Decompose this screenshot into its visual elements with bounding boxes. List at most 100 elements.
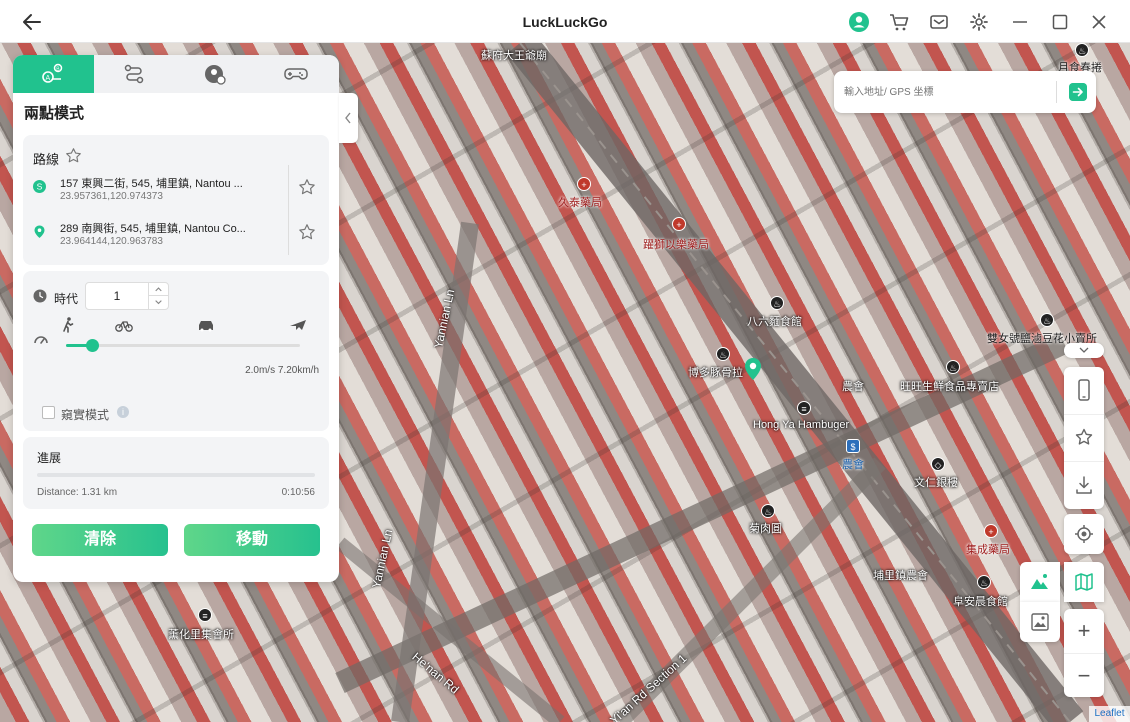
zoom-out-button[interactable]: − [1064, 653, 1104, 697]
map-label: 農會 [842, 459, 864, 471]
progress-card: 進展 Distance: 1.31 km 0:10:56 [23, 437, 329, 509]
burger-poi-icon[interactable]: ≡ [797, 401, 811, 415]
map-label: 八六麵食館 [747, 316, 802, 328]
multi-stop-route-icon [124, 64, 144, 84]
mode-tabs: AB [13, 55, 339, 93]
car-icon[interactable] [197, 317, 215, 333]
map-label: 農會 [842, 381, 864, 393]
plane-icon[interactable] [289, 317, 307, 333]
restaurant-poi-icon[interactable]: ♨ [761, 504, 775, 518]
stepper-down-icon[interactable] [148, 296, 168, 309]
end-address: 289 南興街, 545, 埔里鎮, Nantou Co... [60, 223, 246, 235]
start-coordinates: 23.957361,120.974373 [60, 191, 163, 202]
mode-title: 兩點模式 [24, 105, 85, 122]
route-divider [288, 165, 289, 255]
favorite-end-star-icon[interactable] [298, 223, 316, 241]
tab-two-point-mode[interactable]: AB [13, 55, 94, 93]
route-card: 路線 S 157 東興二街, 545, 埔里鎮, Nantou ... 23.9… [23, 135, 329, 265]
address-search-input[interactable] [844, 83, 1054, 101]
search-go-arrow-icon[interactable] [1069, 83, 1087, 101]
start-address: 157 東興二街, 545, 埔里鎮, Nantou ... [60, 178, 243, 190]
user-account-icon[interactable] [848, 11, 870, 33]
download-icon [1076, 476, 1092, 494]
minimize-icon[interactable] [1009, 11, 1031, 33]
restaurant-poi-icon[interactable]: ♨ [716, 347, 730, 361]
progress-distance: Distance: 1.31 km [37, 487, 118, 498]
end-point-pin-icon [34, 225, 45, 238]
stepper-up-icon[interactable] [148, 283, 168, 296]
walk-icon[interactable] [59, 317, 77, 333]
restaurant-poi-icon[interactable]: ♨ [1075, 43, 1089, 57]
jewelry-poi-icon[interactable]: ◇ [931, 457, 945, 471]
stealth-mode-checkbox[interactable] [42, 406, 55, 419]
restaurant-poi-icon[interactable]: ♨ [1040, 313, 1054, 327]
jump-teleport-icon [205, 65, 226, 85]
import-gpx-button[interactable] [1064, 461, 1104, 507]
maximize-icon[interactable] [1049, 11, 1071, 33]
crosshair-locate-icon [1075, 525, 1093, 543]
map-label: 蘇府大王爺廟 [481, 50, 547, 62]
back-arrow-icon[interactable] [20, 10, 44, 34]
pharmacy-poi-icon[interactable]: + [984, 524, 998, 538]
map-layer-button[interactable] [1064, 562, 1104, 602]
cart-icon[interactable] [888, 11, 910, 33]
map-label: 旺旺生鮮食品專賣店 [900, 381, 999, 393]
restaurant-poi-icon[interactable]: ♨ [977, 575, 991, 589]
clock-icon [33, 289, 47, 303]
move-button[interactable]: 移動 [184, 524, 320, 556]
route-panel: AB 兩點模式 路線 S 157 東興二街, 545, 埔里鎮, Nantou … [13, 55, 339, 582]
destination-pin-icon[interactable] [743, 357, 763, 381]
map-label: Hong Ya Hambuger [753, 419, 850, 431]
info-icon[interactable]: i [117, 406, 129, 418]
bank-poi-icon[interactable]: $ [846, 439, 860, 453]
device-button[interactable] [1064, 367, 1104, 413]
address-search-box [834, 71, 1096, 113]
map-label: 躍獅以樂藥局 [643, 239, 709, 251]
search-divider [1056, 81, 1057, 103]
tab-multi-stop-mode[interactable] [94, 55, 175, 93]
map-tool-column [1064, 367, 1104, 509]
mail-icon[interactable] [928, 11, 950, 33]
route-label: 路線 [33, 152, 60, 167]
zoom-in-button[interactable]: + [1064, 609, 1104, 653]
speed-slider[interactable] [66, 339, 300, 352]
shop-poi-icon[interactable]: ♨ [946, 360, 960, 374]
pharmacy-poi-icon[interactable]: + [577, 177, 591, 191]
locate-me-button[interactable] [1064, 514, 1104, 554]
chevron-down-icon[interactable] [1064, 343, 1104, 358]
progress-label: 進展 [37, 451, 62, 465]
map-label: 埔里鎮農會 [873, 570, 928, 582]
favorite-start-star-icon[interactable] [298, 178, 316, 196]
speed-card: 時代 1 2.0m/s 7.20km/h 窺實模式 i [23, 271, 329, 431]
leaflet-attribution-link[interactable]: Leaflet [1089, 706, 1130, 722]
times-stepper[interactable]: 1 [85, 282, 169, 310]
tab-joystick-mode[interactable] [256, 55, 337, 93]
progress-time: 0:10:56 [281, 487, 315, 498]
bike-icon[interactable] [115, 317, 133, 333]
times-label: 時代 [54, 292, 79, 306]
community-hall-poi-icon[interactable]: ≡ [198, 608, 212, 622]
satellite-layer-button[interactable] [1020, 602, 1060, 642]
restaurant-poi-icon[interactable]: ♨ [770, 296, 784, 310]
map-label: 久泰藥局 [558, 197, 602, 209]
map-label: 阜安晨食館 [953, 596, 1008, 608]
stealth-mode-label: 窺實模式 [61, 408, 110, 422]
collapse-panel-chevron-icon[interactable] [339, 93, 358, 143]
progress-bar [37, 473, 315, 477]
zoom-controls: + − [1064, 609, 1104, 697]
close-icon[interactable] [1088, 11, 1110, 33]
clear-button[interactable]: 清除 [32, 524, 168, 556]
map-label: 菊肉圓 [749, 523, 782, 535]
favorite-route-star-icon[interactable] [65, 147, 82, 164]
terrain-layer-button[interactable] [1020, 562, 1060, 602]
favorites-button[interactable] [1064, 414, 1104, 460]
map-label: 集成藥局 [966, 544, 1010, 556]
app-title: LuckLuckGo [522, 14, 608, 30]
tab-jump-mode[interactable] [175, 55, 256, 93]
map-fold-icon [1075, 573, 1093, 591]
pharmacy-poi-icon[interactable]: + [672, 217, 686, 231]
times-value[interactable]: 1 [86, 289, 148, 303]
map-label: 文仁銀樓 [914, 477, 958, 489]
speed-slider-thumb[interactable] [85, 339, 99, 352]
settings-gear-icon[interactable] [968, 11, 990, 33]
